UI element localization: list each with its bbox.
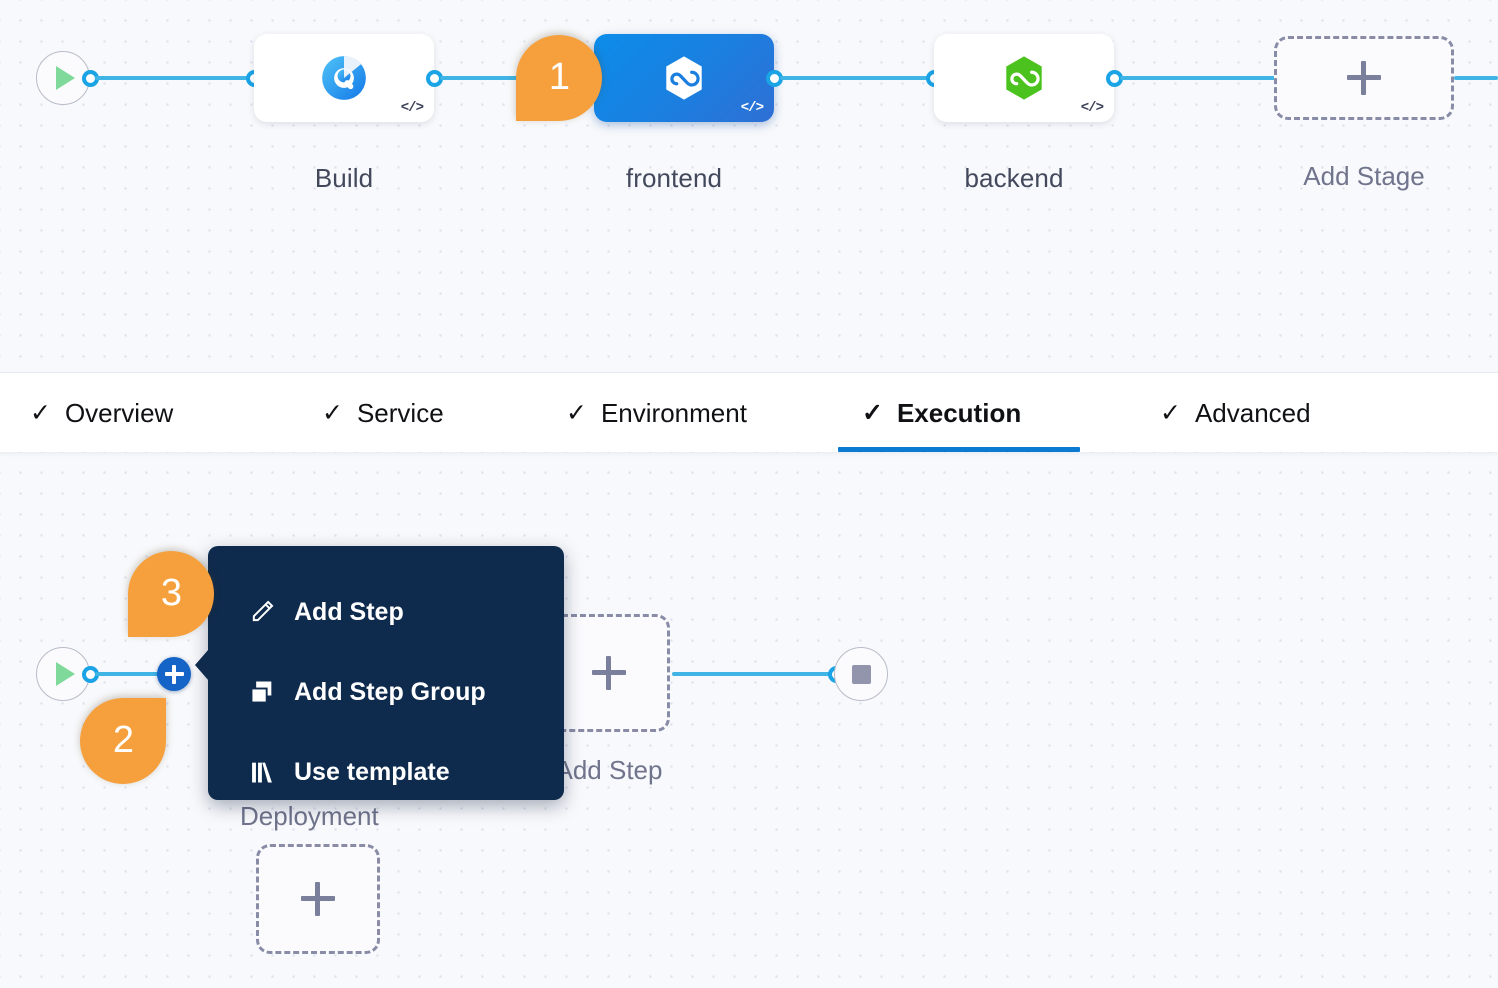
menu-item-label: Add Step (294, 598, 404, 627)
plus-circle-icon (165, 665, 184, 684)
harness-hexagon-green-icon (999, 53, 1049, 103)
badge-number: 2 (112, 720, 133, 763)
check-icon: ✓ (1160, 401, 1181, 426)
check-icon: ✓ (862, 401, 883, 426)
tab-label: Environment (601, 398, 747, 429)
active-tab-indicator (838, 447, 1080, 452)
tab-label: Overview (65, 398, 173, 429)
play-icon (56, 66, 75, 90)
template-bars-icon (248, 758, 276, 786)
menu-item-add-step[interactable]: Add Step (208, 572, 564, 652)
play-icon (56, 662, 75, 686)
add-stage-button[interactable] (1274, 36, 1454, 120)
stage-label-backend: backend (864, 163, 1164, 194)
stage-config-tabbar: ✓ Overview ✓ Service ✓ Environment ✓ Exe… (0, 372, 1498, 452)
menu-item-use-template[interactable]: Use template (208, 732, 564, 812)
step-badge-1: 1 (516, 35, 602, 121)
menu-item-label: Use template (294, 758, 450, 787)
tab-execution[interactable]: ✓ Execution (862, 373, 1021, 453)
pipeline-studio: </> Build </> frontend </> backend (0, 0, 1498, 988)
tab-advanced[interactable]: ✓ Advanced (1160, 373, 1311, 453)
step-badge-2: 2 (80, 698, 166, 784)
wire-backend-to-addstage (1120, 76, 1275, 80)
tab-environment[interactable]: ✓ Environment (566, 373, 747, 453)
code-brackets-icon[interactable]: </> (401, 100, 423, 116)
execution-stop-node[interactable] (834, 647, 888, 701)
add-stage-label: Add Stage (1214, 161, 1498, 192)
tab-label: Execution (897, 398, 1021, 429)
wire-addstage-right (1454, 76, 1498, 80)
tab-label: Advanced (1195, 398, 1311, 429)
code-brackets-icon[interactable]: </> (741, 100, 763, 116)
harness-ci-build-icon (319, 53, 369, 103)
tab-label: Service (357, 398, 444, 429)
pencil-icon (248, 598, 276, 626)
badge-number: 3 (160, 573, 181, 616)
stage-label-frontend: frontend (524, 163, 824, 194)
stage-node-frontend[interactable]: </> (594, 34, 774, 122)
code-brackets-icon[interactable]: </> (1081, 100, 1103, 116)
add-step-button-visual[interactable] (548, 614, 670, 732)
step-context-menu[interactable]: Add Step Add Step Group Use template (208, 546, 564, 800)
stage-label-build: Build (194, 163, 494, 194)
menu-item-add-step-group[interactable]: Add Step Group (208, 652, 564, 732)
harness-hexagon-icon (659, 53, 709, 103)
stage-canvas[interactable]: </> Build </> frontend </> backend (0, 0, 1498, 372)
check-icon: ✓ (30, 401, 51, 426)
plus-icon (1347, 61, 1381, 95)
tab-overview[interactable]: ✓ Overview (30, 373, 173, 453)
step-badge-3: 3 (128, 551, 214, 637)
layers-icon (248, 678, 276, 706)
wire-start-to-build (95, 76, 260, 80)
badge-number: 1 (548, 57, 569, 100)
plus-icon (592, 656, 626, 690)
stop-square-icon (852, 665, 871, 684)
add-step-bottom-button[interactable] (256, 844, 380, 954)
plus-icon (301, 882, 335, 916)
tab-service[interactable]: ✓ Service (322, 373, 444, 453)
menu-item-label: Add Step Group (294, 678, 486, 707)
add-step-plus-button[interactable] (157, 657, 191, 691)
check-icon: ✓ (566, 401, 587, 426)
check-icon: ✓ (322, 401, 343, 426)
stage-node-build[interactable]: </> (254, 34, 434, 122)
wire-frontend-to-backend (780, 76, 945, 80)
wire-addstep-to-stop (672, 672, 840, 676)
stage-node-backend[interactable]: </> (934, 34, 1114, 122)
